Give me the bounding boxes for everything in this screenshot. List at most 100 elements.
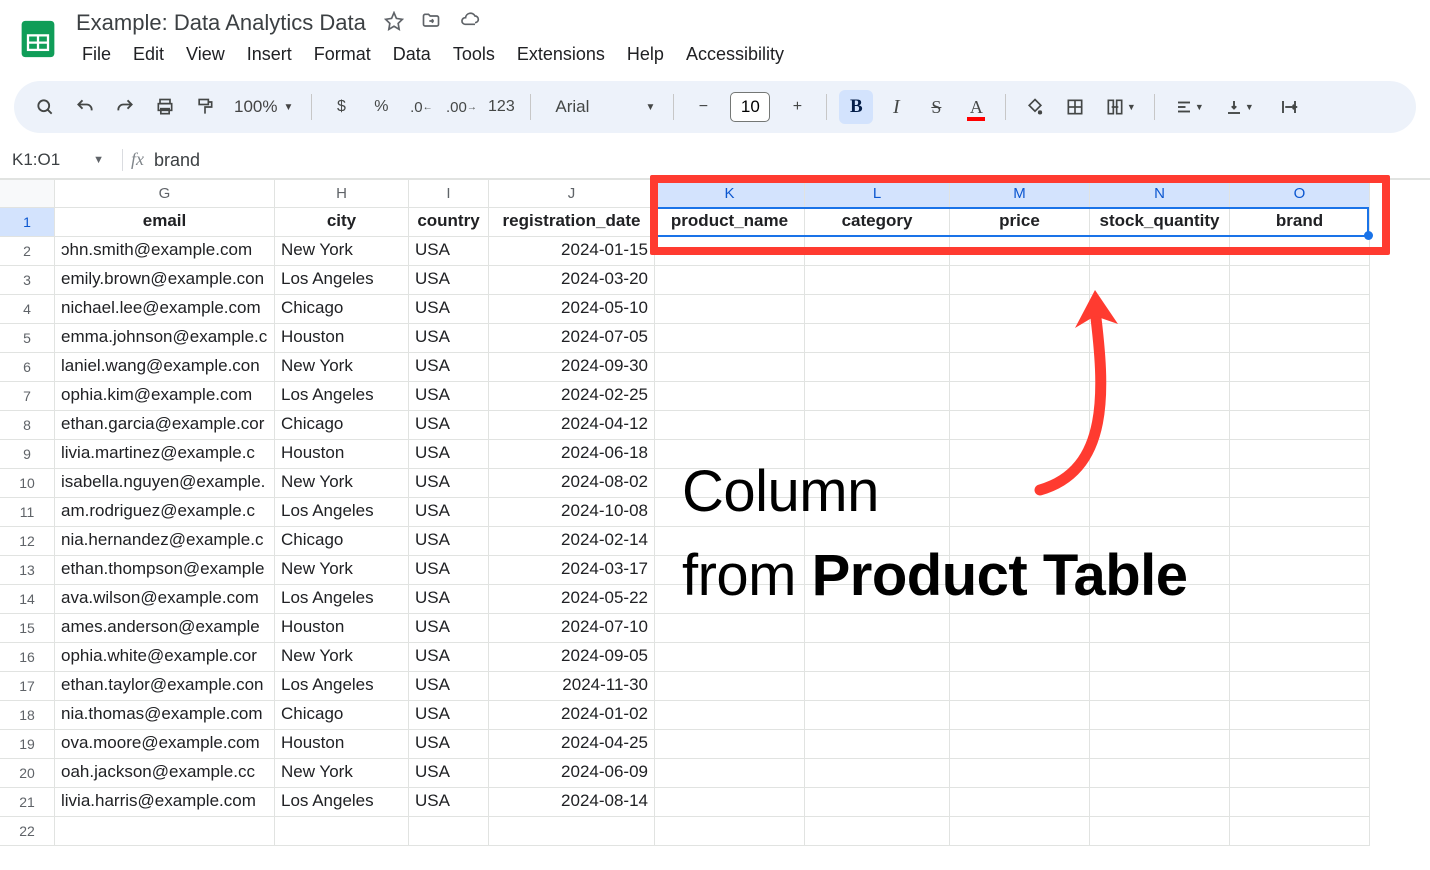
cell[interactable]: 2024-09-30 [489,353,655,382]
cell[interactable]: 2024-03-20 [489,266,655,295]
col-header-h[interactable]: H [275,180,409,208]
cell[interactable] [655,527,805,556]
paint-format-button[interactable] [188,90,222,124]
cell[interactable]: Chicago [275,701,409,730]
menu-extensions[interactable]: Extensions [507,40,615,69]
horizontal-align-button[interactable]: ▼ [1167,90,1211,124]
cell[interactable] [805,237,950,266]
sheets-app-icon[interactable] [16,17,60,61]
cell[interactable] [950,237,1090,266]
cell[interactable] [805,295,950,324]
cloud-status-icon[interactable] [458,11,482,36]
cell[interactable] [655,585,805,614]
cell[interactable] [409,817,489,846]
bold-button[interactable]: B [839,90,873,124]
cell[interactable] [655,266,805,295]
cell[interactable] [950,411,1090,440]
cell[interactable] [1090,353,1230,382]
cell[interactable] [805,701,950,730]
cell[interactable] [275,817,409,846]
cell[interactable]: New York [275,556,409,585]
font-family-dropdown[interactable]: Arial▼ [543,97,661,117]
cell[interactable]: USA [409,759,489,788]
cell[interactable] [1090,498,1230,527]
cell[interactable] [655,382,805,411]
cell[interactable] [1090,324,1230,353]
menu-format[interactable]: Format [304,40,381,69]
cell[interactable] [1230,469,1370,498]
cell[interactable] [950,643,1090,672]
cell[interactable] [1230,411,1370,440]
cell[interactable]: 2024-07-10 [489,614,655,643]
cell[interactable] [655,672,805,701]
cell[interactable] [1090,672,1230,701]
cell[interactable]: USA [409,556,489,585]
cell[interactable]: ethan.thompson@example [55,556,275,585]
row-header[interactable]: 21 [0,788,55,817]
percent-button[interactable]: % [364,90,398,124]
cell[interactable]: USA [409,353,489,382]
cell[interactable] [950,672,1090,701]
cell[interactable] [1230,295,1370,324]
cell[interactable] [950,527,1090,556]
cell[interactable]: Los Angeles [275,266,409,295]
cell[interactable] [1230,788,1370,817]
decrease-font-size-button[interactable]: − [686,90,720,124]
cell[interactable] [655,614,805,643]
cell[interactable] [1090,788,1230,817]
cell[interactable]: stock_quantity [1090,208,1230,237]
cell[interactable] [655,469,805,498]
cell[interactable] [1090,556,1230,585]
cell[interactable]: Los Angeles [275,382,409,411]
cell[interactable] [1230,324,1370,353]
text-color-button[interactable]: A [959,90,993,124]
move-to-folder-icon[interactable] [420,11,442,36]
row-header[interactable]: 19 [0,730,55,759]
borders-button[interactable] [1058,90,1092,124]
cell[interactable]: USA [409,730,489,759]
cell[interactable]: Houston [275,440,409,469]
row-header[interactable]: 17 [0,672,55,701]
menu-accessibility[interactable]: Accessibility [676,40,794,69]
cell[interactable] [950,817,1090,846]
select-all-corner[interactable] [0,180,55,208]
col-header-i[interactable]: I [409,180,489,208]
cell[interactable] [1090,614,1230,643]
cell[interactable] [805,324,950,353]
cell[interactable] [1090,411,1230,440]
row-header[interactable]: 18 [0,701,55,730]
cell[interactable]: USA [409,614,489,643]
cell[interactable]: nia.thomas@example.com [55,701,275,730]
cell[interactable] [1230,556,1370,585]
cell[interactable]: USA [409,469,489,498]
cell[interactable] [655,324,805,353]
star-icon[interactable] [384,11,404,36]
cell[interactable]: 2024-02-14 [489,527,655,556]
cell[interactable] [805,585,950,614]
row-header[interactable]: 14 [0,585,55,614]
font-size-input[interactable] [730,92,770,122]
cell[interactable] [1090,585,1230,614]
cell[interactable] [1090,643,1230,672]
cell[interactable] [655,295,805,324]
cell[interactable]: nichael.lee@example.com [55,295,275,324]
cell[interactable] [655,730,805,759]
italic-button[interactable]: I [879,90,913,124]
cell[interactable] [805,498,950,527]
cell[interactable] [1230,237,1370,266]
fill-color-button[interactable] [1018,90,1052,124]
cell[interactable]: ava.wilson@example.com [55,585,275,614]
cell[interactable] [1230,759,1370,788]
cell[interactable] [950,382,1090,411]
cell[interactable] [950,440,1090,469]
row-header[interactable]: 16 [0,643,55,672]
cell[interactable]: 2024-08-02 [489,469,655,498]
cell[interactable] [1090,295,1230,324]
cell[interactable]: Houston [275,730,409,759]
cell[interactable]: Chicago [275,295,409,324]
redo-button[interactable] [108,90,142,124]
text-wrap-button[interactable] [1267,90,1311,124]
cell[interactable] [950,498,1090,527]
cell[interactable] [1090,759,1230,788]
increase-decimal-button[interactable]: .00→ [444,90,478,124]
